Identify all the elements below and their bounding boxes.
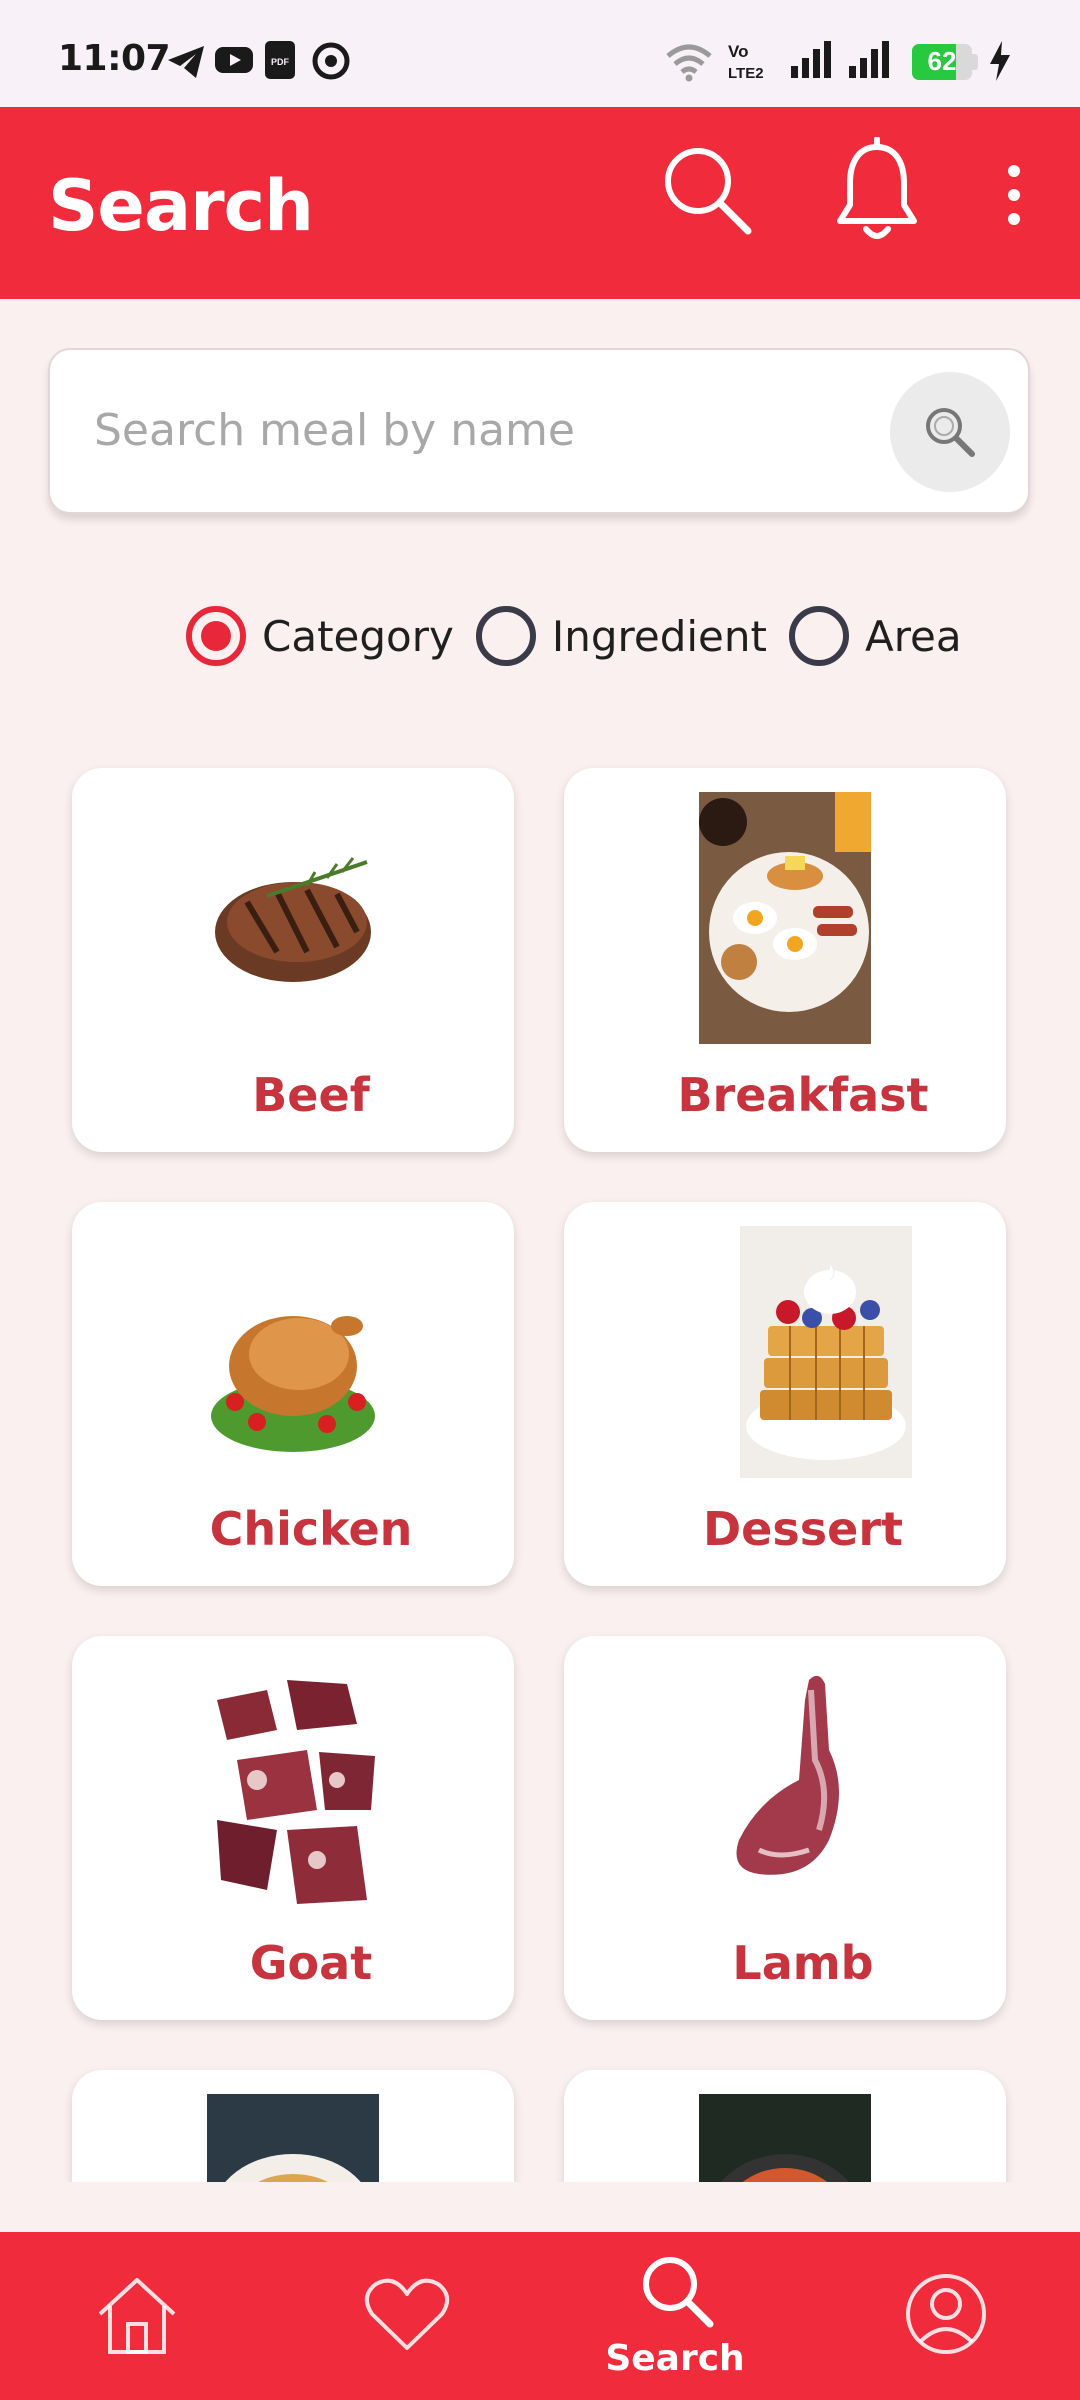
app-bar: Search [0,107,1080,299]
home-icon [98,2278,176,2354]
category-card-dessert[interactable]: Dessert [564,1202,1006,1586]
svg-text:LTE2: LTE2 [728,65,764,82]
category-card-breakfast[interactable]: Breakfast [564,768,1006,1152]
search-icon [926,408,975,457]
radio-category[interactable]: Category [186,606,454,666]
roast-chicken-image [211,1316,375,1452]
pdf-icon: PDF [265,41,295,79]
category-label: Chicken [209,1502,413,1556]
nav-profile[interactable] [870,2232,1020,2400]
bottom-navigation: Search [0,2232,1080,2400]
telegram-icon [168,46,204,78]
category-label: Lamb [732,1936,874,1990]
whatsapp-icon [312,42,350,80]
radio-area[interactable]: Area [788,606,962,666]
category-card-chicken[interactable]: Chicken [72,1202,514,1586]
goat-meat-image [217,1680,375,1904]
radio-label: Category [262,611,454,661]
category-card[interactable] [564,2070,1006,2182]
radio-button[interactable] [475,606,536,666]
search-icon[interactable] [660,143,756,239]
page-title: Search [48,165,314,247]
search-icon [643,2257,714,2328]
battery-icon: 62 [912,44,978,80]
nav-search[interactable]: Search [590,2232,760,2400]
pasta-pan-image [699,2094,871,2182]
search-input[interactable] [94,390,874,470]
search-bar [48,348,1030,514]
profile-icon [906,2274,986,2354]
category-label: Dessert [702,1502,903,1556]
more-vert-icon[interactable] [996,163,1032,227]
radio-button[interactable] [788,606,849,666]
radio-button-checked[interactable] [186,606,246,666]
search-button[interactable] [890,372,1010,492]
nav-home[interactable] [60,2232,210,2400]
category-label: Beef [252,1068,370,1122]
youtube-icon [215,47,253,73]
charging-icon [990,41,1010,81]
svg-text:PDF: PDF [271,57,290,67]
wifi-icon [666,44,712,82]
breakfast-plate-image [699,792,871,1044]
svg-text:Vo: Vo [728,42,748,61]
nav-favorites[interactable] [330,2232,480,2400]
lamb-leg-image [736,1675,839,1875]
nav-label: Search [605,2338,745,2379]
radio-label: Ingredient [551,611,767,661]
signal-icon [791,41,831,78]
bell-icon[interactable] [832,137,922,249]
category-card-beef[interactable]: Beef [72,768,514,1152]
radio-label: Area [864,611,962,661]
status-bar: 11:07 PDF Vo LTE2 62 [0,0,1080,107]
heart-icon [364,2278,450,2350]
category-label: Breakfast [677,1068,929,1122]
battery-level: 62 [927,46,957,76]
beef-steak-image [215,857,371,982]
status-time: 11:07 [58,38,171,79]
category-card-goat[interactable]: Goat [72,1636,514,2020]
radio-ingredient[interactable]: Ingredient [475,606,767,666]
signal-icon [849,41,889,78]
pasta-bowl-image [207,2094,379,2182]
category-label: Goat [249,1936,373,1990]
category-grid: Beef Breakfast Chicken Dessert Goat Lamb [0,740,1080,2182]
filter-radio-group: Category Ingredient Area [186,598,984,674]
category-card[interactable] [72,2070,514,2182]
waffle-dessert-image [740,1226,912,1478]
volte-icon: Vo LTE2 [728,42,764,82]
category-card-lamb[interactable]: Lamb [564,1636,1006,2020]
